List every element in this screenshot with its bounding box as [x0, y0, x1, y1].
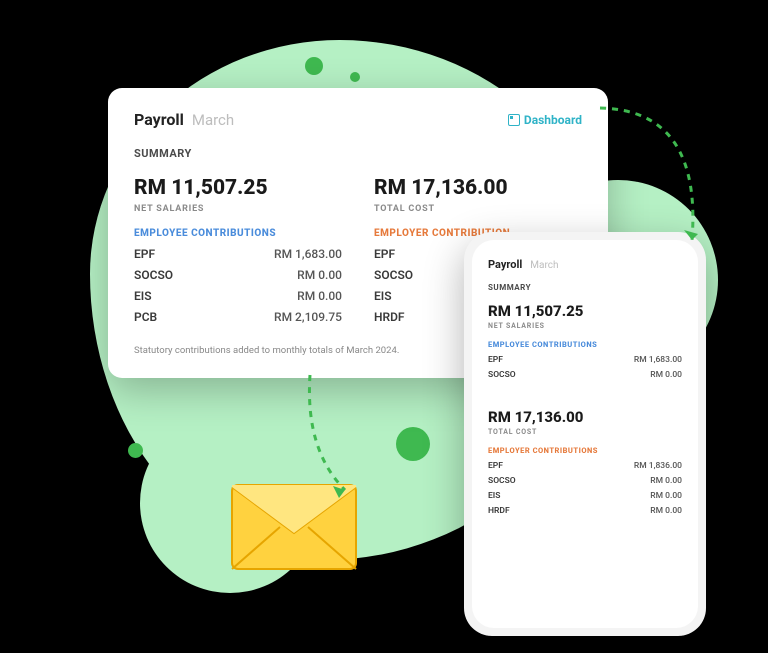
row-value: RM 0.00 — [650, 476, 682, 486]
dashboard-link[interactable]: Dashboard — [508, 113, 582, 127]
row-value: RM 1,683.00 — [634, 355, 682, 365]
contribution-row: EPF RM 1,683.00 — [134, 247, 342, 261]
total-cost-label: TOTAL COST — [374, 204, 582, 214]
mobile-employer-rows: EPFRM 1,836.00SOCSORM 0.00EISRM 0.00HRDF… — [488, 461, 682, 516]
decor-dot — [350, 72, 360, 82]
row-label: EPF — [374, 247, 395, 261]
dashboard-icon — [508, 114, 520, 126]
contribution-row: EPF RM 1,836.00 — [488, 461, 682, 471]
row-value: RM 0.00 — [650, 370, 682, 380]
envelope-icon — [230, 483, 358, 571]
row-label: EIS — [488, 491, 500, 501]
contribution-row: SOCSO RM 0.00 — [488, 370, 682, 380]
decor-dot — [396, 427, 430, 461]
total-cost-value: RM 17,136.00 — [374, 176, 582, 200]
contribution-row: EPF RM 1,683.00 — [488, 355, 682, 365]
mobile-total-cost-value: RM 17,136.00 — [488, 408, 682, 426]
page-month: March — [192, 111, 234, 129]
row-value: RM 0.00 — [650, 491, 682, 501]
mobile-net-salaries-value: RM 11,507.25 — [488, 302, 682, 320]
summary-heading: SUMMARY — [134, 147, 582, 160]
row-label: SOCSO — [488, 370, 516, 380]
row-value: RM 1,683.00 — [274, 247, 342, 261]
contribution-row: HRDF RM 0.00 — [488, 506, 682, 516]
net-salaries-column: RM 11,507.25 NET SALARIES EMPLOYEE CONTR… — [134, 176, 342, 331]
row-label: HRDF — [488, 506, 510, 516]
mobile-employee-rows: EPF RM 1,683.00 SOCSO RM 0.00 — [488, 355, 682, 380]
mobile-page-title: Payroll — [488, 258, 522, 271]
contribution-row: PCB RM 2,109.75 — [134, 310, 342, 324]
row-label: SOCSO — [374, 268, 413, 282]
row-value: RM 0.00 — [297, 268, 342, 282]
net-salaries-value: RM 11,507.25 — [134, 176, 342, 200]
contribution-row: EIS RM 0.00 — [488, 491, 682, 501]
row-label: EPF — [134, 247, 155, 261]
employee-contrib-heading: EMPLOYEE CONTRIBUTIONS — [134, 228, 342, 239]
row-label: HRDF — [374, 310, 405, 324]
row-value: RM 1,836.00 — [634, 461, 682, 471]
phone-mockup: Payroll March SUMMARY RM 11,507.25 NET S… — [464, 232, 706, 636]
row-label: SOCSO — [488, 476, 516, 486]
row-label: SOCSO — [134, 268, 173, 282]
contribution-row: SOCSO RM 0.00 — [134, 268, 342, 282]
row-value: RM 2,109.75 — [274, 310, 342, 324]
row-label: PCB — [134, 310, 157, 324]
mobile-net-salaries-label: NET SALARIES — [488, 322, 682, 330]
mobile-page-month: March — [530, 260, 558, 271]
contribution-row: SOCSO RM 0.00 — [488, 476, 682, 486]
contribution-row: EIS RM 0.00 — [134, 289, 342, 303]
row-label: EPF — [488, 355, 503, 365]
decor-dot — [305, 57, 323, 75]
row-label: EPF — [488, 461, 503, 471]
row-value: RM 0.00 — [650, 506, 682, 516]
employee-contrib-rows: EPF RM 1,683.00 SOCSO RM 0.00 EIS RM 0.00 PCB R… — [134, 247, 342, 324]
dashboard-link-label: Dashboard — [524, 113, 582, 127]
mobile-total-cost-label: TOTAL COST — [488, 428, 682, 436]
mobile-summary-heading: SUMMARY — [488, 283, 682, 292]
row-label: EIS — [134, 289, 152, 303]
card-header: Payroll March Dashboard — [134, 110, 582, 129]
decor-dot — [128, 443, 143, 458]
mobile-employee-heading: EMPLOYEE CONTRIBUTIONS — [488, 340, 682, 349]
mobile-employer-heading: EMPLOYER CONTRIBUTIONS — [488, 446, 682, 455]
phone-screen: Payroll March SUMMARY RM 11,507.25 NET S… — [472, 240, 698, 628]
row-value: RM 0.00 — [297, 289, 342, 303]
row-label: EIS — [374, 289, 392, 303]
page-title: Payroll — [134, 110, 184, 129]
net-salaries-label: NET SALARIES — [134, 204, 342, 214]
